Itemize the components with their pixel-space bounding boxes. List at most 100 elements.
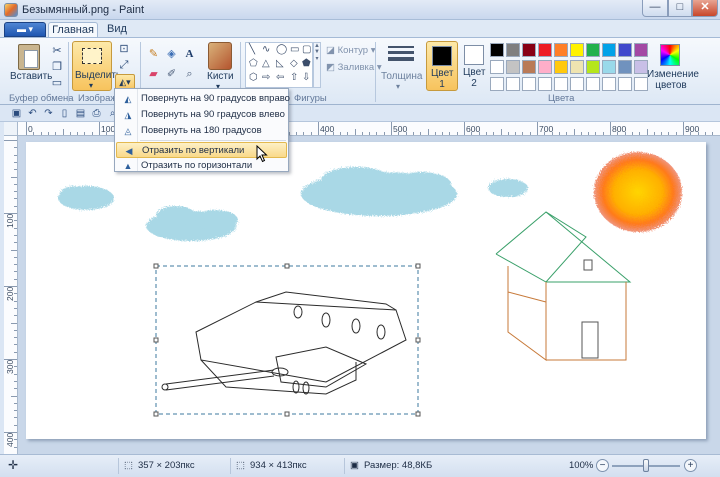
custom-color-slot[interactable] — [506, 77, 520, 91]
close-button[interactable]: ✕ — [692, 0, 718, 17]
custom-color-slot[interactable] — [490, 77, 504, 91]
open-folder-icon[interactable]: ▤ — [74, 107, 87, 120]
custom-color-slot[interactable] — [602, 77, 616, 91]
minimize-button[interactable]: — — [642, 0, 668, 17]
canvas-workspace[interactable] — [18, 136, 720, 454]
menu-item-rotate-left[interactable]: ◮ Повернуть на 90 градусов влево — [116, 107, 287, 123]
custom-color-slot[interactable] — [538, 77, 552, 91]
fill-bucket-icon[interactable]: ◈ — [163, 46, 180, 63]
undo-icon[interactable]: ↶ — [26, 107, 39, 120]
palette-color-swatch[interactable] — [634, 43, 648, 57]
ruler-tick — [464, 122, 465, 135]
selection-box[interactable] — [153, 263, 421, 417]
paint-app-icon[interactable] — [4, 3, 18, 17]
palette-color-swatch[interactable] — [554, 60, 568, 74]
right-triangle-shape-icon[interactable]: ◺ — [276, 58, 284, 69]
select-button[interactable]: Выделить ▾ — [72, 41, 121, 91]
palette-color-swatch[interactable] — [570, 60, 584, 74]
outline-dropdown[interactable]: ◪ Контур ▾ — [326, 45, 376, 56]
tab-home[interactable]: Главная — [48, 22, 98, 38]
rounded-rect-shape-icon[interactable]: ▢ — [302, 44, 311, 55]
custom-color-slot[interactable] — [618, 77, 632, 91]
paint-menu-button[interactable]: ▬ ▾ — [4, 22, 46, 37]
shapes-scroll[interactable]: ▲ ▼ ▾ — [313, 42, 321, 88]
rectangle-shape-icon[interactable]: ▭ — [290, 44, 299, 55]
color2-button[interactable]: Цвет 2 — [458, 41, 490, 91]
palette-color-swatch[interactable] — [506, 43, 520, 57]
sun-drawing — [594, 152, 682, 232]
palette-color-swatch[interactable] — [522, 43, 536, 57]
print-icon[interactable]: ⎙ — [90, 107, 103, 120]
paste-icon[interactable] — [18, 44, 40, 70]
color1-button[interactable]: Цвет 1 — [426, 41, 458, 91]
crop-icon[interactable]: ⊡ — [117, 42, 131, 56]
clipboard-extra-icon[interactable]: ▭ — [50, 76, 64, 90]
palette-color-swatch[interactable] — [522, 60, 536, 74]
oval-shape-icon[interactable]: ◯ — [276, 44, 287, 55]
custom-color-slot[interactable] — [554, 77, 568, 91]
brushes-button[interactable]: Кисти — [207, 71, 234, 82]
zoom-slider-thumb[interactable] — [643, 459, 649, 472]
palette-color-swatch[interactable] — [618, 60, 632, 74]
arrow-down-shape-icon[interactable]: ⇩ — [302, 72, 310, 83]
palette-color-swatch[interactable] — [570, 43, 584, 57]
ruler-tick — [697, 132, 699, 135]
line-shape-icon[interactable]: ╲ — [249, 44, 255, 55]
palette-color-swatch[interactable] — [554, 43, 568, 57]
zoom-in-button[interactable]: + — [684, 459, 697, 472]
paste-button[interactable]: Вставить — [10, 71, 52, 82]
text-tool-icon[interactable]: A — [181, 46, 198, 63]
curve-shape-icon[interactable]: ∿ — [262, 44, 270, 55]
line-thickness-icon[interactable] — [388, 46, 414, 64]
arrow-right-shape-icon[interactable]: ⇨ — [262, 72, 270, 83]
fill-dropdown[interactable]: ◩ Заливка ▾ — [326, 62, 382, 73]
custom-color-slot[interactable] — [586, 77, 600, 91]
drawing-canvas[interactable] — [26, 142, 706, 439]
palette-color-swatch[interactable] — [602, 43, 616, 57]
eraser-icon[interactable]: ▰ — [145, 66, 162, 83]
polygon-shape-icon[interactable]: ⬠ — [249, 58, 258, 69]
palette-color-swatch[interactable] — [506, 60, 520, 74]
ruler-tick — [14, 344, 17, 346]
new-file-icon[interactable]: ▯ — [58, 107, 71, 120]
magnifier-icon[interactable]: ⌕ — [181, 66, 198, 83]
arrow-up-shape-icon[interactable]: ⇧ — [290, 72, 298, 83]
edit-colors-icon[interactable] — [660, 44, 680, 66]
palette-color-swatch[interactable] — [602, 60, 616, 74]
hexagon-shape-icon[interactable]: ⬡ — [249, 72, 258, 83]
redo-icon[interactable]: ↷ — [42, 107, 55, 120]
ruler-tick — [610, 122, 611, 135]
brushes-icon[interactable] — [208, 42, 232, 70]
palette-color-swatch[interactable] — [586, 60, 600, 74]
diamond-shape-icon[interactable]: ◇ — [290, 58, 298, 69]
shapes-gallery[interactable]: ╲ ∿ ◯ ▭ ▢ ⬠ △ ◺ ◇ ⬟ ⬡ ⇨ ⇦ ⇧ ⇩ — [245, 42, 313, 88]
zoom-out-button[interactable]: − — [596, 459, 609, 472]
custom-color-slot[interactable] — [634, 77, 648, 91]
pencil-icon[interactable]: ✎ — [145, 46, 162, 63]
menu-item-rotate-180[interactable]: ◬ Повернуть на 180 градусов — [116, 123, 287, 139]
color-picker-icon[interactable]: ✐ — [163, 66, 180, 83]
edit-colors-button[interactable]: Изменение цветов — [647, 69, 699, 91]
triangle-shape-icon[interactable]: △ — [262, 58, 270, 69]
add-icon[interactable]: ✛ — [8, 458, 18, 472]
ruler-tick — [339, 132, 341, 135]
arrow-left-shape-icon[interactable]: ⇦ — [276, 72, 284, 83]
copy-icon[interactable]: ❐ — [50, 60, 64, 74]
palette-color-swatch[interactable] — [490, 43, 504, 57]
palette-color-swatch[interactable] — [618, 43, 632, 57]
save-icon[interactable]: ▣ — [10, 107, 23, 120]
palette-color-swatch[interactable] — [490, 60, 504, 74]
cut-icon[interactable]: ✂ — [50, 44, 64, 58]
custom-color-slot[interactable] — [570, 77, 584, 91]
palette-color-swatch[interactable] — [538, 43, 552, 57]
thickness-button[interactable]: Толщина — [381, 71, 422, 82]
palette-color-swatch[interactable] — [634, 60, 648, 74]
tab-view[interactable]: Вид — [100, 22, 134, 38]
custom-color-slot[interactable] — [522, 77, 536, 91]
pentagon-shape-icon[interactable]: ⬟ — [302, 58, 311, 69]
menu-item-rotate-right[interactable]: ◭ Повернуть на 90 градусов вправо — [116, 91, 290, 107]
maximize-button[interactable]: □ — [668, 0, 692, 17]
palette-color-swatch[interactable] — [538, 60, 552, 74]
resize-icon[interactable]: ⤢ — [117, 58, 131, 72]
palette-color-swatch[interactable] — [586, 43, 600, 57]
